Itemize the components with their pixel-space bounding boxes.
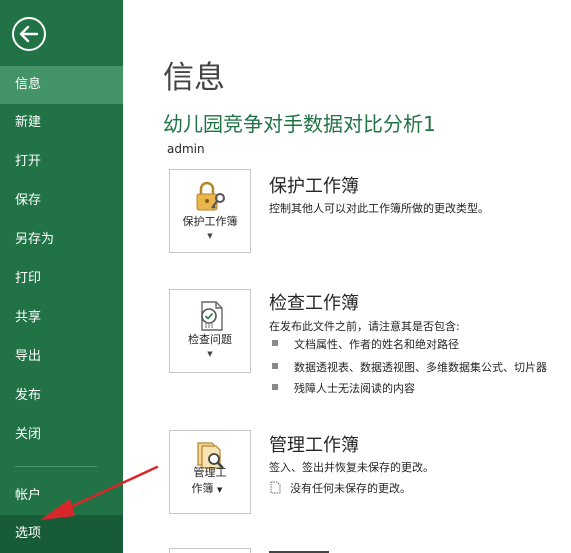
nav-save[interactable]: 保存 [0, 182, 123, 220]
manage-workbook-label-text: 作簿 [191, 482, 214, 495]
nav-new[interactable]: 新建 [0, 104, 123, 142]
bullet-icon [272, 384, 278, 390]
check-issues-label: 检查问题 [188, 333, 232, 346]
manage-workbook-button[interactable]: 管理工 作簿 ▼ [169, 430, 251, 514]
document-icon [270, 481, 281, 494]
manage-workbook-label-line1: 管理工 [193, 466, 227, 479]
check-issues-button[interactable]: 检查问题 ▼ [169, 289, 251, 373]
protect-workbook-label: 保护工作簿 [182, 215, 238, 228]
chevron-down-icon: ▼ [207, 350, 213, 358]
backstage-sidebar: 信息 新建 打开 保存 另存为 打印 共享 导出 发布 关闭 帐户 选项 [0, 0, 123, 553]
protect-heading: 保护工作簿 [269, 176, 359, 197]
nav-account[interactable]: 帐户 [0, 477, 123, 515]
nav-info[interactable]: 信息 [0, 66, 123, 104]
inspect-description: 在发布此文件之前，请注意其是否包含: [269, 320, 460, 333]
manage-workbook-label-line2: 作簿 ▼ [170, 482, 244, 497]
author-name: admin [167, 142, 205, 156]
back-button[interactable] [11, 16, 47, 52]
bullet-icon [272, 363, 278, 369]
nav-open[interactable]: 打开 [0, 143, 123, 181]
nav-options[interactable]: 选项 [0, 515, 123, 553]
nav-print[interactable]: 打印 [0, 260, 123, 298]
protect-description: 控制其他人可以对此工作簿所做的更改类型。 [269, 202, 489, 215]
next-section-button[interactable] [169, 548, 251, 553]
chevron-down-icon: ▼ [217, 486, 223, 494]
page-title: 信息 [163, 60, 225, 96]
info-pane: 信息 幼儿园竞争对手数据对比分析1 admin 保护工作簿 ▼ 保护工作簿 控制… [123, 0, 571, 553]
nav-save-as[interactable]: 另存为 [0, 221, 123, 259]
chevron-down-icon: ▼ [207, 232, 213, 240]
inspect-bullet: 数据透视表、数据透视图、多维数据集公式、切片器 [294, 361, 547, 374]
document-title: 幼儿园竞争对手数据对比分析1 [163, 112, 436, 136]
manage-heading: 管理工作簿 [269, 435, 359, 456]
nav-share[interactable]: 共享 [0, 299, 123, 337]
inspect-bullet: 文档属性、作者的姓名和绝对路径 [294, 338, 459, 351]
protect-workbook-button[interactable]: 保护工作簿 ▼ [169, 169, 251, 253]
next-section-heading [269, 547, 329, 553]
nav-publish[interactable]: 发布 [0, 377, 123, 415]
lock-key-icon [196, 181, 225, 211]
back-arrow-icon [12, 17, 46, 51]
nav-close[interactable]: 关闭 [0, 416, 123, 454]
nav-export[interactable]: 导出 [0, 338, 123, 376]
inspect-bullet: 残障人士无法阅读的内容 [294, 382, 415, 395]
bullet-icon [272, 340, 278, 346]
nav-divider [15, 466, 97, 467]
inspect-heading: 检查工作簿 [269, 293, 359, 314]
manage-description: 签入、签出并恢复未保存的更改。 [269, 461, 434, 474]
inspect-document-icon [201, 301, 223, 331]
unsaved-changes-note: 没有任何未保存的更改。 [290, 482, 411, 495]
